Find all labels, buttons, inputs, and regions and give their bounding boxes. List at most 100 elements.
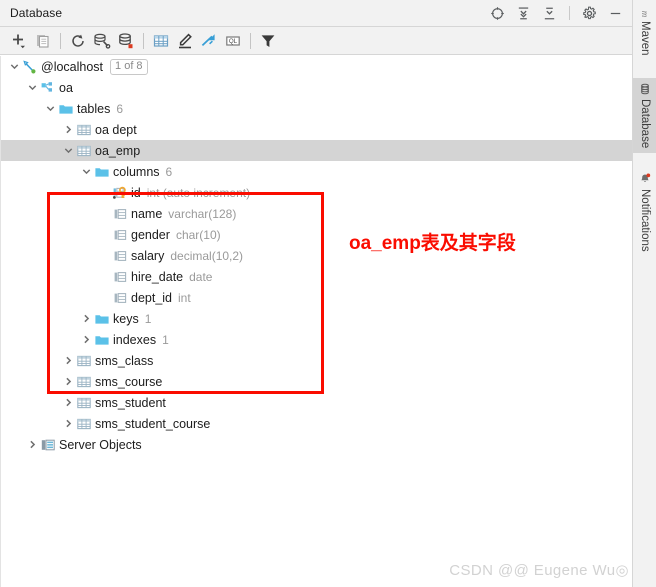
tree-row[interactable]: tables 6 — [1, 98, 632, 119]
query-console-icon[interactable]: QL — [221, 30, 245, 52]
folder-icon — [93, 329, 110, 350]
locate-icon[interactable] — [490, 6, 505, 21]
tree-row-label: oa dept — [95, 122, 137, 137]
primary-key-icon — [111, 182, 128, 203]
notifications-tab[interactable]: Notifications — [633, 168, 656, 257]
column-icon — [111, 266, 128, 287]
tree-row[interactable]: indexes 1 — [1, 329, 632, 350]
chevron-right-icon[interactable] — [62, 350, 75, 371]
maven-tab[interactable]: m Maven — [633, 0, 656, 61]
tree-row[interactable]: name varchar(128) — [1, 203, 632, 224]
toolbar-divider-3 — [250, 32, 251, 49]
tree-row[interactable]: oa_emp — [1, 140, 632, 161]
database-tab[interactable]: Database — [633, 78, 656, 154]
jump-to-icon[interactable] — [197, 30, 221, 52]
tool-window-header: Database — [0, 0, 632, 27]
folder-icon — [93, 308, 110, 329]
sync-schema-icon[interactable] — [90, 30, 114, 52]
database-tree[interactable]: @localhost 1 of 8 oa tables 6 oa dept oa_empco… — [0, 56, 632, 587]
tree-row-label: sms_student — [95, 395, 166, 410]
chevron-down-icon[interactable] — [8, 56, 21, 77]
tree-row[interactable]: keys 1 — [1, 308, 632, 329]
datasource-icon — [21, 56, 38, 77]
tree-row[interactable]: gender char(10) — [1, 224, 632, 245]
tree-row-label: hire_date — [131, 269, 184, 284]
tree-row-label: indexes — [113, 332, 157, 347]
collapse-all-icon[interactable] — [542, 6, 557, 21]
database-toolbar: QL — [0, 27, 632, 55]
edit-pencil-icon[interactable] — [173, 30, 197, 52]
toolbar-divider — [60, 32, 61, 49]
filter-funnel-icon[interactable] — [256, 30, 280, 52]
tree-row-label: tables — [77, 101, 111, 116]
column-icon — [111, 203, 128, 224]
database-icon — [639, 82, 652, 95]
schema-icon — [39, 77, 56, 98]
chevron-right-icon[interactable] — [62, 119, 75, 140]
table-icon — [75, 350, 92, 371]
refresh-icon[interactable] — [66, 30, 90, 52]
tree-row-label: @localhost — [41, 59, 104, 74]
chevron-right-icon[interactable] — [80, 329, 93, 350]
annotation-note: oa_emp表及其字段 — [349, 233, 516, 254]
table-icon — [75, 371, 92, 392]
notifications-tab-label: Notifications — [639, 189, 651, 252]
chevron-down-icon[interactable] — [26, 77, 39, 98]
add-icon[interactable] — [7, 30, 31, 52]
column-icon — [111, 287, 128, 308]
minimize-icon[interactable] — [608, 6, 623, 21]
chevron-right-icon[interactable] — [62, 371, 75, 392]
tree-row-detail: char(10) — [175, 227, 221, 242]
table-icon — [75, 413, 92, 434]
chevron-right-icon[interactable] — [62, 392, 75, 413]
tree-row[interactable]: sms_student — [1, 392, 632, 413]
tree-row[interactable]: @localhost 1 of 8 — [1, 56, 632, 77]
chevron-right-icon[interactable] — [26, 434, 39, 455]
database-error-icon[interactable] — [114, 30, 138, 52]
chevron-right-icon[interactable] — [80, 308, 93, 329]
folder-icon — [57, 98, 74, 119]
tree-row-label: id — [131, 185, 141, 200]
svg-text:m: m — [640, 10, 650, 16]
tree-row[interactable]: oa dept — [1, 119, 632, 140]
column-icon — [111, 245, 128, 266]
bell-icon — [639, 172, 652, 185]
table-icon — [75, 119, 92, 140]
chevron-down-icon[interactable] — [80, 161, 93, 182]
tree-row-label: sms_course — [95, 374, 163, 389]
tree-row[interactable]: oa — [1, 77, 632, 98]
expand-all-icon[interactable] — [516, 6, 531, 21]
tree-row-detail: 6 — [116, 101, 124, 116]
tree-row[interactable]: salary decimal(10,2) — [1, 245, 632, 266]
header-actions — [490, 6, 632, 21]
database-tab-label: Database — [639, 99, 651, 149]
tree-row-label: columns — [113, 164, 160, 179]
tree-row-detail: int (auto increment) — [146, 185, 251, 200]
chevron-down-icon[interactable] — [44, 98, 57, 119]
tree-row-label: oa_emp — [95, 143, 141, 158]
tree-row[interactable]: hire_date date — [1, 266, 632, 287]
column-icon — [111, 224, 128, 245]
tree-row-detail: varchar(128) — [168, 206, 237, 221]
tree-row[interactable]: sms_student_course — [1, 413, 632, 434]
folder-icon — [93, 161, 110, 182]
tree-row-label: name — [131, 206, 163, 221]
right-tool-bar: m Maven Database Notifications — [632, 0, 656, 587]
tree-row[interactable]: sms_course — [1, 371, 632, 392]
toolbar-divider-2 — [143, 32, 144, 49]
table-icon — [75, 140, 92, 161]
gear-icon[interactable] — [582, 6, 597, 21]
tree-row[interactable]: columns 6 — [1, 161, 632, 182]
tree-row[interactable]: dept_id int — [1, 287, 632, 308]
tree-row[interactable]: Server Objects — [1, 434, 632, 455]
tree-row-label: salary — [131, 248, 165, 263]
tree-row-detail: decimal(10,2) — [170, 248, 244, 263]
tree-row[interactable]: sms_class — [1, 350, 632, 371]
chevron-down-icon[interactable] — [62, 140, 75, 161]
chevron-right-icon[interactable] — [62, 413, 75, 434]
table-grid-icon[interactable] — [149, 30, 173, 52]
watermark: CSDN @@ Eugene Wu◎ — [449, 562, 629, 579]
table-icon — [75, 392, 92, 413]
copy-icon[interactable] — [31, 30, 55, 52]
tree-row[interactable]: id int (auto increment) — [1, 182, 632, 203]
